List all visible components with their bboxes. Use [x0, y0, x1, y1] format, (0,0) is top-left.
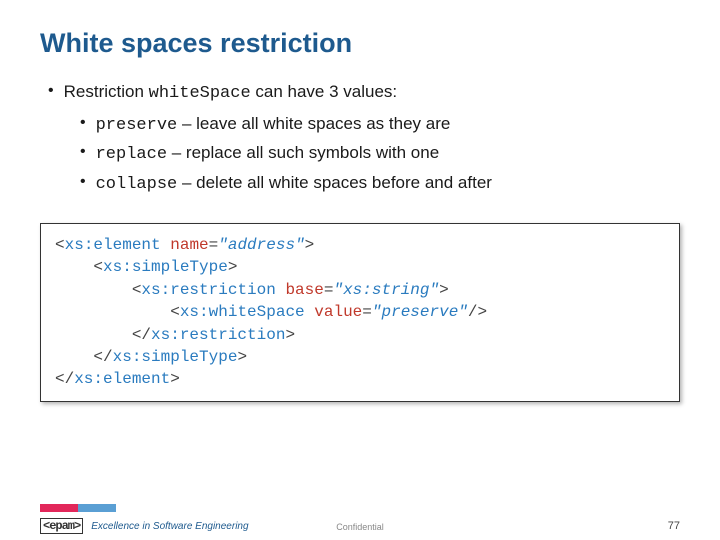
confidential-label: Confidential — [336, 522, 384, 532]
bullet-dot-icon: • — [80, 170, 86, 198]
bullet-dot-icon: • — [48, 79, 54, 107]
footer: <epam> Excellence in Software Engineerin… — [0, 500, 720, 540]
accent-bar-icon — [78, 504, 116, 512]
bullet-text: replace – replace all such symbols with … — [96, 140, 440, 168]
code-line: <xs:restriction base="xs:string"> — [55, 279, 665, 301]
code-line: <xs:whiteSpace value="preserve"/> — [55, 301, 665, 323]
logo: <epam> Excellence in Software Engineerin… — [40, 518, 249, 534]
logo-tagline: Excellence in Software Engineering — [91, 521, 248, 532]
logo-mark-icon: <epam> — [40, 518, 83, 534]
slide-title: White spaces restriction — [40, 28, 680, 59]
code-line: </xs:simpleType> — [55, 346, 665, 368]
bullet-text: preserve – leave all white spaces as the… — [96, 111, 451, 139]
page-number: 77 — [668, 520, 680, 532]
bullet-dot-icon: • — [80, 140, 86, 168]
bullet-item: • collapse – delete all white spaces bef… — [80, 170, 680, 198]
bullet-text: collapse – delete all white spaces befor… — [96, 170, 492, 198]
code-line: </xs:element> — [55, 368, 665, 390]
code-line: </xs:restriction> — [55, 324, 665, 346]
accent-bar-icon — [40, 504, 78, 512]
bullet-dot-icon: • — [80, 111, 86, 139]
bullet-list: • Restriction whiteSpace can have 3 valu… — [48, 79, 680, 197]
bullet-item: • Restriction whiteSpace can have 3 valu… — [48, 79, 680, 107]
code-line: <xs:simpleType> — [55, 256, 665, 278]
code-block: <xs:element name="address"> <xs:simpleTy… — [40, 223, 680, 402]
bullet-text: Restriction whiteSpace can have 3 values… — [64, 79, 398, 107]
bullet-item: • replace – replace all such symbols wit… — [80, 140, 680, 168]
code-line: <xs:element name="address"> — [55, 234, 665, 256]
slide: White spaces restriction • Restriction w… — [0, 0, 720, 540]
bullet-item: • preserve – leave all white spaces as t… — [80, 111, 680, 139]
